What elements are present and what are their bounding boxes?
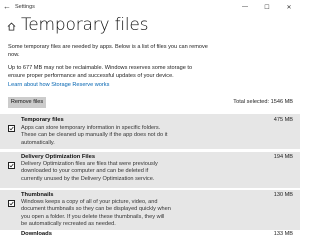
list-item[interactable]: Temporary files 475 MB Apps can store te…: [0, 114, 300, 149]
intro-text: Some temporary files are needed by apps.…: [8, 44, 208, 58]
checkbox[interactable]: [8, 200, 15, 207]
app-title: Settings: [15, 4, 35, 10]
list-item[interactable]: Delivery Optimization Files 194 MB Deliv…: [0, 152, 300, 188]
item-title: Thumbnails: [21, 192, 54, 198]
window-controls: — ☐ ✕: [234, 0, 300, 14]
close-button[interactable]: ✕: [278, 0, 300, 14]
remove-files-button[interactable]: Remove files: [8, 97, 46, 108]
reclaim-note: Up to 677 MB may not be reclaimable. Win…: [8, 65, 193, 79]
back-arrow-icon[interactable]: ←: [0, 0, 14, 14]
item-title: Delivery Optimization Files: [21, 154, 96, 160]
checkmark-icon: [9, 126, 14, 131]
item-title: Downloads: [21, 231, 52, 237]
list-item[interactable]: Thumbnails 130 MB Windows keeps a copy o…: [0, 190, 300, 230]
item-size: 475 MB: [273, 117, 293, 123]
item-size: 194 MB: [273, 154, 293, 160]
list-item[interactable]: Downloads 133 MB: [0, 231, 300, 237]
maximize-button[interactable]: ☐: [256, 0, 278, 14]
item-title: Temporary files: [21, 117, 64, 123]
item-size: 133 MB: [273, 231, 293, 237]
checkbox[interactable]: [8, 125, 15, 132]
item-description: Apps can store temporary information in …: [21, 125, 168, 146]
minimize-button[interactable]: —: [234, 0, 256, 14]
storage-reserve-link[interactable]: Learn about how Storage Reserve works: [8, 82, 109, 88]
checkmark-icon: [9, 163, 14, 168]
checkbox[interactable]: [8, 162, 15, 169]
total-selected: Total selected: 1546 MB: [233, 99, 293, 105]
item-size: 130 MB: [273, 192, 293, 198]
page-title: Temporary files: [21, 15, 149, 35]
item-description: Windows keeps a copy of all of your pict…: [21, 199, 171, 228]
home-icon: [7, 22, 16, 31]
checkmark-icon: [9, 201, 14, 206]
item-description: Delivery Optimization files are files th…: [21, 161, 158, 182]
title-bar: ← Settings — ☐ ✕: [0, 0, 300, 14]
